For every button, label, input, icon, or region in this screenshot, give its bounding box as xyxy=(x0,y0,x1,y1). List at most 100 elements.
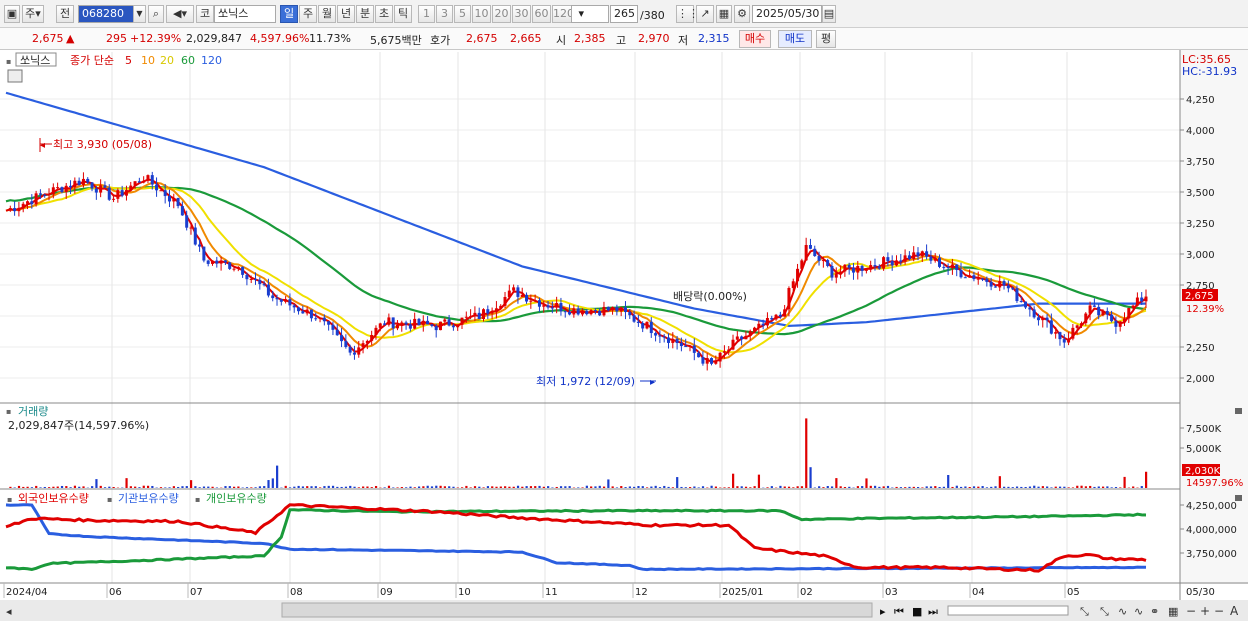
candle-body xyxy=(51,187,55,195)
candle-body xyxy=(886,257,890,262)
stock-chart[interactable]: ▪ 쏘닉스 종가 단순 5 10 20 60 120 LC:35.65 HC:-31.93… xyxy=(0,50,1248,621)
calendar-icon[interactable]: ▤ xyxy=(822,5,836,23)
last-page-icon[interactable]: ⏭ xyxy=(928,605,938,618)
candle-body xyxy=(873,265,877,267)
scrollbar-thumb[interactable] xyxy=(281,602,873,618)
period-button[interactable]: 년 xyxy=(337,5,355,23)
prev-button[interactable]: 전 xyxy=(56,5,74,23)
range-button[interactable]: 10 xyxy=(472,5,491,23)
volume-bar xyxy=(822,487,825,488)
volume-close-icon[interactable] xyxy=(1235,408,1242,414)
volume-bar xyxy=(607,479,610,488)
period-button[interactable]: 틱 xyxy=(394,5,412,23)
calculator-icon[interactable] xyxy=(7,69,23,83)
range-select[interactable]: ▾ xyxy=(571,5,609,23)
range-button[interactable]: 3 xyxy=(436,5,453,23)
candle-body xyxy=(1015,288,1019,302)
holding-legend-item: 개인보유수량 xyxy=(206,492,267,505)
font-size-icon[interactable]: A xyxy=(1230,604,1239,618)
volume-title: 거래량 xyxy=(18,405,48,418)
candle-body xyxy=(124,190,128,196)
volume-bar xyxy=(581,487,584,488)
volume-bar xyxy=(977,486,980,488)
first-page-icon[interactable]: ⏮ xyxy=(894,605,904,618)
period-button[interactable]: 초 xyxy=(375,5,393,23)
volume-bar xyxy=(344,486,348,488)
candle-body xyxy=(30,201,34,205)
candle-body xyxy=(864,269,868,271)
eval-button[interactable]: 평 xyxy=(816,30,836,48)
range-button[interactable]: 120 xyxy=(552,5,574,23)
stop-icon[interactable]: ■ xyxy=(912,605,922,618)
volume-bar xyxy=(886,485,890,488)
grid-icon[interactable]: ⋮⋮ xyxy=(676,5,699,23)
volume-bar xyxy=(340,486,343,488)
tool-wave-icon[interactable]: ∿ xyxy=(1118,605,1127,618)
candle-body xyxy=(26,201,30,204)
gear-icon[interactable]: ⚙ xyxy=(734,5,750,23)
tool-arrow-icon[interactable]: ⤡ xyxy=(1100,605,1109,618)
candle-body xyxy=(843,264,847,272)
last-price-tag-text: 2,675 xyxy=(1185,291,1214,302)
candle-body xyxy=(1041,317,1045,321)
range-button[interactable]: 60 xyxy=(532,5,551,23)
volume-bar xyxy=(448,486,451,488)
volume-bar xyxy=(138,487,141,488)
speaker-icon[interactable]: ◀▾ xyxy=(166,5,194,23)
period-button[interactable]: 주 xyxy=(299,5,317,23)
layout-icon[interactable]: ▣ xyxy=(4,5,20,23)
volume-bar xyxy=(207,486,210,488)
holding-tick-label: 4,250,000 xyxy=(1186,501,1237,512)
search-icon[interactable]: ⌕ xyxy=(148,5,164,23)
candle-body xyxy=(378,323,382,328)
market-select[interactable]: 주▾ xyxy=(22,5,44,23)
volume-bar xyxy=(865,478,868,488)
tool-wave-icon[interactable]: ∿ xyxy=(1134,605,1143,618)
zoom-out-small-icon[interactable]: − xyxy=(1186,604,1196,618)
candle-body xyxy=(275,298,279,300)
range-button[interactable]: 30 xyxy=(512,5,531,23)
candle-body xyxy=(482,309,486,320)
tool-grid-icon[interactable]: ▦ xyxy=(1168,605,1178,618)
candle-body xyxy=(202,246,206,261)
legend-item: 60 xyxy=(181,54,195,67)
candle-body xyxy=(1127,308,1131,319)
volume-bar xyxy=(181,486,184,488)
date-field[interactable]: 2025/05/30 xyxy=(752,5,822,23)
volume-bar xyxy=(525,486,528,488)
scroll-left-icon[interactable]: ◂ xyxy=(6,605,12,618)
zoom-out-icon[interactable]: − xyxy=(1214,604,1224,618)
volume-bar xyxy=(732,473,735,488)
code-type-button[interactable]: 코 xyxy=(196,5,214,23)
candle-body xyxy=(370,335,374,341)
tool-arrow-icon[interactable]: ⤡ xyxy=(1080,605,1089,618)
count-input[interactable]: 265 xyxy=(610,5,638,23)
buy-button[interactable]: 매수 xyxy=(739,30,771,48)
candle-body xyxy=(1002,281,1006,286)
range-button[interactable]: 5 xyxy=(454,5,471,23)
zoom-slider[interactable] xyxy=(947,605,1069,616)
code-dropdown-icon[interactable]: ▼ xyxy=(133,5,146,23)
scroll-right-icon[interactable]: ▸ xyxy=(880,605,886,618)
candle-body xyxy=(533,300,537,302)
candle-body xyxy=(645,321,649,329)
sell-button[interactable]: 매도 xyxy=(778,30,812,48)
date-label: 2024/04 xyxy=(6,587,48,598)
candle-body xyxy=(834,273,838,278)
stock-name-field[interactable]: 쏘닉스 xyxy=(214,5,276,23)
range-button[interactable]: 1 xyxy=(418,5,435,23)
holding-close-icon[interactable] xyxy=(1235,495,1242,501)
tool-link-icon[interactable]: ⚭ xyxy=(1150,605,1159,618)
period-button[interactable]: 분 xyxy=(356,5,374,23)
save-icon[interactable]: ▦ xyxy=(716,5,732,23)
candle-body xyxy=(1006,285,1010,289)
candle-body xyxy=(223,260,227,263)
chart-tool-icon[interactable]: ↗ xyxy=(696,5,714,23)
period-button[interactable]: 월 xyxy=(318,5,336,23)
range-button[interactable]: 20 xyxy=(492,5,511,23)
period-button[interactable]: 일 xyxy=(280,5,298,23)
zoom-in-icon[interactable]: + xyxy=(1200,604,1210,618)
candle-body xyxy=(180,206,184,216)
candle-body xyxy=(654,333,658,336)
volume-bar xyxy=(994,486,997,488)
